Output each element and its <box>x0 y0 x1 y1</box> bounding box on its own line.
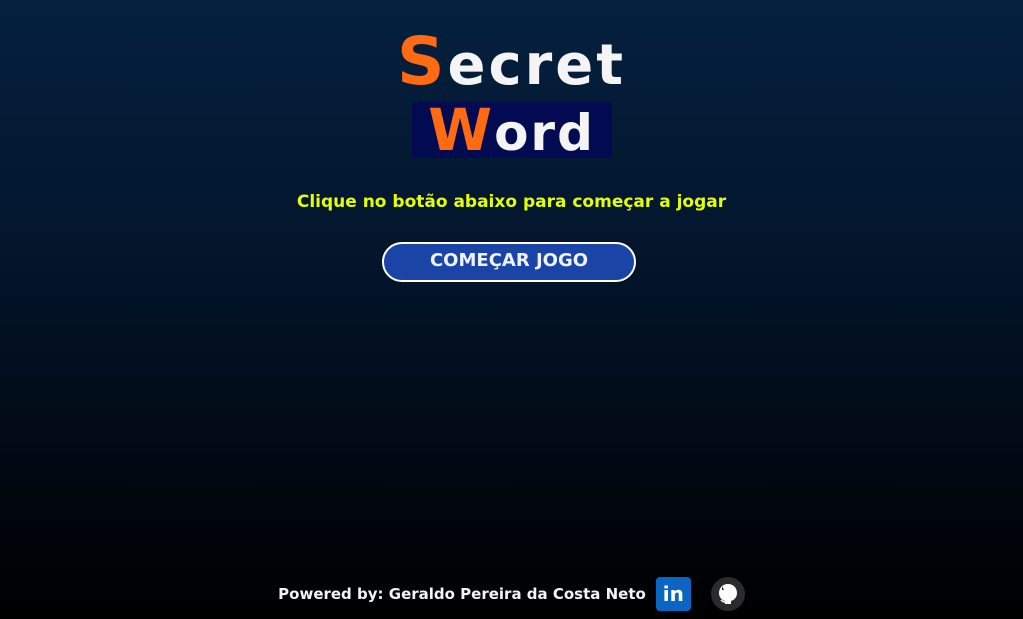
github-icon[interactable] <box>710 577 745 611</box>
linkedin-icon-label: in <box>662 582 684 606</box>
instruction-text: Clique no botão abaixo para começar a jo… <box>296 192 727 212</box>
title-word: Word <box>411 101 612 161</box>
github-octocat-icon <box>718 584 737 604</box>
start-game-button[interactable]: COMEÇAR JOGO <box>382 242 636 282</box>
title-word-rest: ord <box>494 104 595 162</box>
title-secret: Secret <box>397 26 626 102</box>
title-word-initial: W <box>428 96 495 164</box>
linkedin-icon[interactable]: in <box>655 577 691 611</box>
title-secret-rest: ecret <box>447 33 627 98</box>
title-secret-initial: S <box>396 23 448 100</box>
footer: Powered by: Geraldo Pereira da Costa Net… <box>0 576 1023 612</box>
game-title: Secret Word <box>0 26 1023 162</box>
footer-credit: Powered by: Geraldo Pereira da Costa Net… <box>278 585 646 603</box>
